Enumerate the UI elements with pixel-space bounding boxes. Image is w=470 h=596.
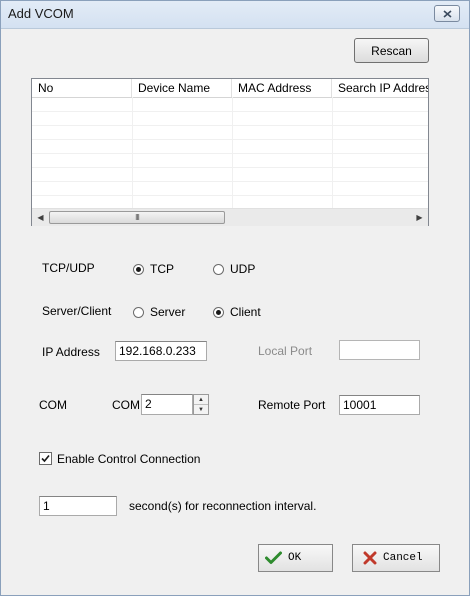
enable-control-connection-checkbox[interactable] <box>39 452 52 465</box>
cancel-button[interactable]: Cancel <box>352 544 440 572</box>
radio-tcp-label: TCP <box>150 262 174 276</box>
radio-udp-label: UDP <box>230 262 256 276</box>
column-header-no[interactable]: No <box>32 79 132 97</box>
radio-client-label: Client <box>230 305 261 319</box>
remote-port-label: Remote Port <box>258 398 326 412</box>
checkmark-icon <box>41 454 50 463</box>
ok-label: OK <box>288 552 302 564</box>
spin-down-arrow-icon[interactable]: ▼ <box>194 405 208 414</box>
local-port-label: Local Port <box>258 344 313 358</box>
mode-option-client[interactable]: Client <box>213 305 261 319</box>
local-port-field[interactable] <box>339 340 420 360</box>
spin-up-arrow-icon[interactable]: ▲ <box>194 395 208 405</box>
radio-server[interactable] <box>133 306 144 318</box>
column-header-search-ip-address[interactable]: Search IP Address <box>332 79 428 97</box>
mode-option-server[interactable]: Server <box>133 305 185 319</box>
table-row <box>32 195 428 209</box>
reconnection-interval-label: second(s) for reconnection interval. <box>129 499 317 513</box>
horizontal-scrollbar[interactable]: ◀ III ▶ <box>32 208 428 226</box>
com-port-stepper[interactable]: ▲ ▼ <box>193 394 209 415</box>
reconnection-interval-field[interactable]: 1 <box>39 496 117 516</box>
protocol-option-udp[interactable]: UDP <box>213 262 255 276</box>
device-list[interactable]: No Device Name MAC Address Search IP Add… <box>31 78 429 226</box>
column-header-mac-address[interactable]: MAC Address <box>232 79 332 97</box>
radio-client[interactable] <box>213 306 224 318</box>
radio-udp[interactable] <box>213 263 224 275</box>
column-divider <box>332 97 333 208</box>
window-title: Add VCOM <box>8 6 74 21</box>
checkmark-icon <box>265 551 282 564</box>
close-button[interactable] <box>434 5 460 22</box>
table-row <box>32 139 428 154</box>
mode-label: Server/Client <box>42 304 112 318</box>
cancel-x-icon <box>363 551 377 565</box>
table-row <box>32 125 428 140</box>
com-prefix-label: COM <box>112 398 140 412</box>
cancel-label: Cancel <box>383 552 423 564</box>
com-label: COM <box>39 398 67 412</box>
remote-port-field[interactable]: 10001 <box>339 395 420 415</box>
protocol-option-tcp[interactable]: TCP <box>133 262 174 276</box>
close-icon <box>442 9 452 18</box>
protocol-label: TCP/UDP <box>42 261 95 275</box>
column-header-device-name[interactable]: Device Name <box>132 79 232 97</box>
ip-address-field[interactable]: 192.168.0.233 <box>115 341 207 361</box>
radio-server-label: Server <box>150 305 186 319</box>
com-port-input[interactable]: 2 <box>141 394 193 415</box>
scroll-left-arrow-icon[interactable]: ◀ <box>33 210 48 225</box>
enable-control-connection-label[interactable]: Enable Control Connection <box>57 452 200 466</box>
table-row <box>32 97 428 112</box>
ip-address-label: IP Address <box>42 345 100 359</box>
device-list-header: No Device Name MAC Address Search IP Add… <box>32 79 428 98</box>
scroll-right-arrow-icon[interactable]: ▶ <box>412 210 427 225</box>
table-row <box>32 167 428 182</box>
rescan-label: Rescan <box>371 43 412 58</box>
scrollbar-thumb[interactable]: III <box>49 211 225 224</box>
scrollbar-grip: III <box>135 213 140 222</box>
table-row <box>32 181 428 196</box>
title-bar[interactable]: Add VCOM <box>0 0 470 29</box>
table-row <box>32 111 428 126</box>
radio-tcp[interactable] <box>133 263 144 275</box>
column-divider <box>132 97 133 208</box>
table-row <box>32 153 428 168</box>
column-divider <box>232 97 233 208</box>
rescan-button[interactable]: Rescan <box>354 38 429 63</box>
ok-button[interactable]: OK <box>258 544 333 572</box>
